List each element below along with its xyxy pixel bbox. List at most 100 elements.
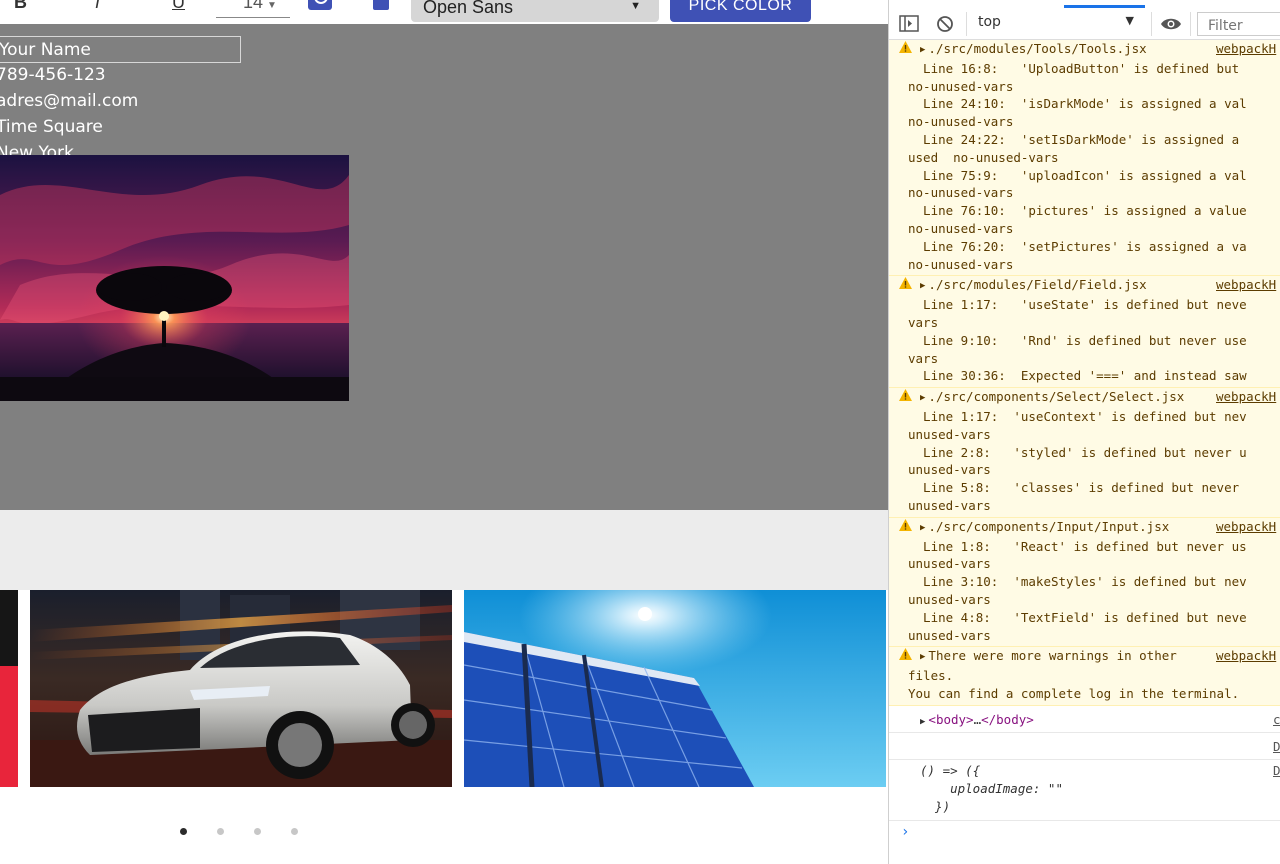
source-link[interactable]: webpackH <box>1216 647 1276 665</box>
console-warning[interactable]: ▶ There were more warnings in other webpac… <box>889 647 1280 706</box>
warning-line: used no-unused-vars <box>908 149 1059 165</box>
warning-line: Line 75:9: 'uploadIcon' is assigned a va… <box>908 167 1247 183</box>
solar-panel-image[interactable] <box>464 590 886 787</box>
expand-triangle-icon[interactable]: ▶ <box>920 649 925 667</box>
expand-triangle-icon[interactable]: ▶ <box>920 390 925 408</box>
formatting-toolbar: B I U 14 ▼ Open Sans ▼ PICK COLOR <box>0 0 888 24</box>
console-messages: ▶ ./src/modules/Tools/Tools.jsx webpackH L… <box>889 40 1280 821</box>
function-line: uploadImage: "" <box>920 780 1063 796</box>
dropdown-arrow-icon: ▼ <box>630 0 641 12</box>
expand-triangle-icon[interactable]: ▶ <box>920 520 925 538</box>
expand-triangle-icon[interactable]: ▶ <box>920 42 925 60</box>
warning-icon <box>899 277 912 290</box>
name-field[interactable]: Your Name <box>0 36 241 63</box>
source-link[interactable]: webpackH <box>1216 518 1276 536</box>
warning-icon <box>899 518 912 531</box>
warning-file: There were more warnings in other <box>928 648 1177 664</box>
sidebar-toggle-icon[interactable] <box>899 15 919 33</box>
dom-node-row[interactable]: ▶ <body>…</body> c <box>889 706 1280 733</box>
bold-button[interactable]: B <box>14 0 27 13</box>
resume-canvas: Your Name 789-456-123 adres@mail.com Tim… <box>0 24 888 510</box>
toyota-car-image[interactable] <box>30 590 452 787</box>
font-family-select[interactable]: Open Sans ▼ <box>411 0 659 22</box>
warning-line: Line 1:17: 'useContext' is defined but n… <box>908 408 1247 424</box>
chevron-down-icon: ▼ <box>267 0 277 11</box>
red-banner-image[interactable] <box>0 590 18 787</box>
body-close-tag: </body> <box>981 711 1034 727</box>
font-size-select[interactable]: 14 ▼ <box>216 0 290 18</box>
console-prompt-icon[interactable]: › <box>901 824 909 840</box>
warning-line: Line 1:8: 'React' is defined but never u… <box>908 538 1247 554</box>
source-link[interactable]: webpackH <box>1216 276 1276 294</box>
underline-button[interactable]: U <box>172 0 185 13</box>
page-background <box>0 510 888 590</box>
context-selector[interactable]: top ▼ <box>970 14 1142 34</box>
warning-line: no-unused-vars <box>908 256 1014 272</box>
carousel-dot[interactable] <box>180 828 187 835</box>
address-text[interactable]: Time Square <box>0 117 103 137</box>
uploaded-sunset-image[interactable] <box>0 155 349 401</box>
warning-line: You can find a complete log in the termi… <box>908 685 1240 701</box>
warning-line: Line 16:8: 'UploadButton' is defined but <box>908 60 1240 76</box>
warning-line: no-unused-vars <box>908 220 1014 236</box>
function-line: }) <box>920 798 951 814</box>
warning-line: Line 2:8: 'styled' is defined but never … <box>908 444 1247 460</box>
source-link[interactable]: webpackH <box>1216 40 1276 58</box>
clear-console-icon[interactable] <box>936 15 954 33</box>
phone-text[interactable]: 789-456-123 <box>0 65 106 85</box>
email-text[interactable]: adres@mail.com <box>0 91 138 111</box>
console-warning[interactable]: ▶ ./src/components/Input/Input.jsx webpack… <box>889 517 1280 648</box>
warning-icon <box>899 648 912 661</box>
warning-line: no-unused-vars <box>908 185 1014 201</box>
warning-line: unused-vars <box>908 556 991 572</box>
warning-icon <box>899 389 912 402</box>
console-warning[interactable]: ▶ ./src/modules/Field/Field.jsx webpackH L… <box>889 276 1280 389</box>
expand-triangle-icon[interactable]: ▶ <box>920 717 925 727</box>
warning-line: Line 9:10: 'Rnd' is defined but never us… <box>908 332 1247 348</box>
source-link[interactable]: D <box>1273 762 1280 780</box>
carousel-dot[interactable] <box>254 828 261 835</box>
carousel-dot[interactable] <box>291 828 298 835</box>
image-carousel[interactable] <box>0 590 888 787</box>
filter-input[interactable] <box>1197 12 1280 36</box>
source-link[interactable]: c <box>1273 711 1280 729</box>
devtools-console-panel: top ▼ ▶./src/modules/Tools/Tools.jsxwebp… <box>888 0 1280 864</box>
resume-editor-app: B I U 14 ▼ Open Sans ▼ PICK COLOR Your Na… <box>0 0 888 864</box>
font-family-value: Open Sans <box>423 0 514 17</box>
warning-file: ./src/components/Input/Input.jsx <box>928 518 1170 534</box>
carousel-dot[interactable] <box>217 828 224 835</box>
warning-line: files. <box>908 668 954 684</box>
refresh-icon[interactable] <box>308 0 332 10</box>
red-banner-picture <box>0 590 18 787</box>
eye-icon[interactable] <box>1160 16 1182 32</box>
warning-line: unused-vars <box>908 627 991 643</box>
solar-panel-picture <box>464 590 886 787</box>
console-toolbar: top ▼ <box>889 8 1280 40</box>
toolbar-separator <box>966 12 967 36</box>
source-link[interactable]: D <box>1273 738 1280 756</box>
warning-line: no-unused-vars <box>908 78 1014 94</box>
warning-line: unused-vars <box>908 426 991 442</box>
warning-line: Line 76:20: 'setPictures' is assigned a … <box>908 238 1247 254</box>
warning-icon <box>899 41 912 53</box>
warning-line: unused-vars <box>908 591 991 607</box>
italic-button[interactable]: I <box>95 0 100 13</box>
warning-line: Line 5:8: 'classes' is defined but never <box>908 480 1240 496</box>
warning-line: unused-vars <box>908 497 991 513</box>
pick-color-button[interactable]: PICK COLOR <box>670 0 811 22</box>
warning-line: no-unused-vars <box>908 114 1014 130</box>
warning-line: Line 30:36: Expected '===' and instead s… <box>908 368 1247 384</box>
console-warning[interactable]: ▶ ./src/components/Select/Select.jsx webpa… <box>889 388 1280 518</box>
expand-triangle-icon[interactable]: ▶ <box>920 278 925 296</box>
console-function-output[interactable]: D () => ({ uploadImage: "" }) <box>889 760 1280 821</box>
color-swatch[interactable] <box>373 0 389 10</box>
source-link[interactable]: webpackH <box>1216 388 1276 406</box>
toyota-car-picture <box>30 590 452 787</box>
warning-line: Line 4:8: 'TextField' is defined but nev… <box>908 609 1247 625</box>
console-warning[interactable]: ▶ ./src/modules/Tools/Tools.jsx webpackH L… <box>889 40 1280 277</box>
console-empty-row: D <box>889 733 1280 760</box>
warning-line: Line 76:10: 'pictures' is assigned a val… <box>908 203 1247 219</box>
warning-line: vars <box>908 350 939 366</box>
body-ellipsis: … <box>973 711 982 727</box>
body-open-tag: <body> <box>928 711 974 727</box>
